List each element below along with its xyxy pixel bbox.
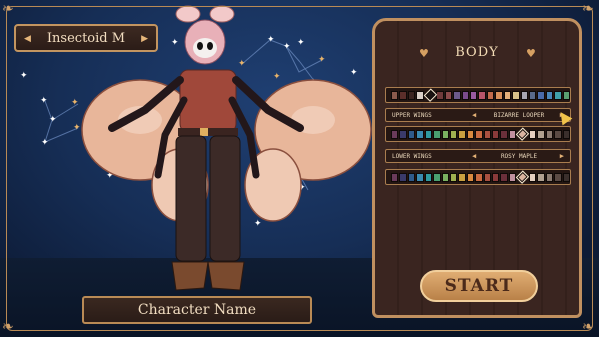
option-label: LOWER WINGS — [392, 152, 432, 160]
color-swatch[interactable] — [416, 129, 424, 139]
frame-corner-ornament: ❧ — [582, 1, 594, 17]
color-swatch[interactable] — [500, 129, 508, 139]
color-swatch[interactable] — [492, 129, 500, 139]
color-swatch[interactable] — [449, 129, 458, 139]
color-swatch[interactable] — [391, 129, 399, 139]
color-swatch[interactable] — [407, 129, 416, 139]
color-swatch[interactable] — [478, 90, 486, 100]
color-swatch[interactable] — [399, 172, 407, 182]
start-button[interactable]: START — [420, 270, 538, 302]
character-name-field[interactable]: Character Name — [82, 296, 312, 324]
color-swatch[interactable] — [508, 129, 517, 139]
color-swatch[interactable] — [407, 90, 416, 100]
right-arrow-icon[interactable]: ▶ — [560, 152, 564, 160]
option-row-lower-wings: LOWER WINGS ◀ ROSY MAPLE ▶ — [385, 149, 571, 163]
color-palette-row — [385, 87, 571, 103]
frame-corner-ornament: ❧ — [2, 1, 14, 17]
color-swatch-selected[interactable] — [515, 170, 530, 184]
character-preset-label: Insectoid M — [46, 30, 126, 46]
frame-corner-ornament: ❧ — [582, 319, 594, 335]
color-swatch[interactable] — [486, 90, 495, 100]
color-palette-row — [385, 169, 571, 185]
color-swatch[interactable] — [562, 90, 571, 100]
color-swatch[interactable] — [562, 172, 571, 182]
color-swatch[interactable] — [391, 90, 399, 100]
color-swatch[interactable] — [554, 172, 562, 182]
color-swatch[interactable] — [466, 172, 475, 182]
color-swatch[interactable] — [554, 129, 562, 139]
color-swatch[interactable] — [545, 129, 554, 139]
color-swatch[interactable] — [441, 129, 449, 139]
color-swatch[interactable] — [475, 129, 483, 139]
color-swatch[interactable] — [562, 129, 571, 139]
color-swatch[interactable] — [407, 172, 416, 182]
color-swatch[interactable] — [466, 129, 475, 139]
color-swatch[interactable] — [520, 90, 528, 100]
color-swatch[interactable] — [416, 172, 424, 182]
next-arrow-icon[interactable]: ▶ — [141, 34, 148, 44]
panel-title: BODY — [455, 45, 499, 60]
color-swatch[interactable] — [399, 129, 407, 139]
color-swatch[interactable] — [424, 172, 433, 182]
color-swatch[interactable] — [483, 172, 492, 182]
color-swatch[interactable] — [449, 172, 458, 182]
color-swatch[interactable] — [436, 90, 444, 100]
color-swatch[interactable] — [512, 90, 520, 100]
option-value: ROSY MAPLE — [500, 152, 538, 160]
color-swatch[interactable] — [441, 172, 449, 182]
color-swatch[interactable] — [470, 90, 478, 100]
option-value: BIZARRE LOOPER — [493, 111, 545, 119]
color-swatch[interactable] — [458, 129, 466, 139]
color-swatch[interactable] — [444, 90, 453, 100]
color-swatch[interactable] — [528, 90, 537, 100]
color-swatch[interactable] — [433, 129, 441, 139]
color-swatch[interactable] — [537, 129, 545, 139]
option-row-upper-wings: UPPER WINGS ◀ BIZARRE LOOPER ▶ — [385, 108, 571, 122]
color-swatch[interactable] — [424, 129, 433, 139]
color-swatch[interactable] — [416, 90, 424, 100]
color-swatch[interactable] — [492, 172, 500, 182]
character-preset-selector[interactable]: ◀ Insectoid M ▶ — [14, 24, 158, 52]
frame-corner-ornament: ❧ — [2, 319, 14, 335]
color-swatch[interactable] — [537, 90, 545, 100]
color-swatch[interactable] — [503, 90, 512, 100]
color-swatch[interactable] — [537, 172, 545, 182]
color-swatch[interactable] — [528, 129, 537, 139]
left-arrow-icon[interactable]: ◀ — [472, 152, 476, 160]
left-arrow-icon[interactable]: ◀ — [472, 111, 476, 119]
color-swatch-selected[interactable] — [423, 88, 437, 102]
color-swatch[interactable] — [508, 172, 517, 182]
color-swatch[interactable] — [399, 90, 407, 100]
color-swatch[interactable] — [545, 90, 554, 100]
color-swatch[interactable] — [545, 172, 554, 182]
color-swatch[interactable] — [461, 90, 470, 100]
heart-ornament-icon: ♥ — [526, 47, 536, 60]
color-palette-row — [385, 126, 571, 142]
prev-arrow-icon[interactable]: ◀ — [24, 34, 31, 44]
color-swatch[interactable] — [500, 172, 508, 182]
color-swatch[interactable] — [495, 90, 503, 100]
color-swatch[interactable] — [391, 172, 399, 182]
color-swatch-selected[interactable] — [515, 127, 530, 141]
option-label: UPPER WINGS — [392, 111, 432, 119]
color-swatch[interactable] — [458, 172, 466, 182]
color-swatch[interactable] — [483, 129, 492, 139]
color-swatch[interactable] — [475, 172, 483, 182]
color-swatch[interactable] — [433, 172, 441, 182]
color-swatch[interactable] — [528, 172, 537, 182]
color-swatch[interactable] — [453, 90, 461, 100]
color-swatch[interactable] — [554, 90, 562, 100]
